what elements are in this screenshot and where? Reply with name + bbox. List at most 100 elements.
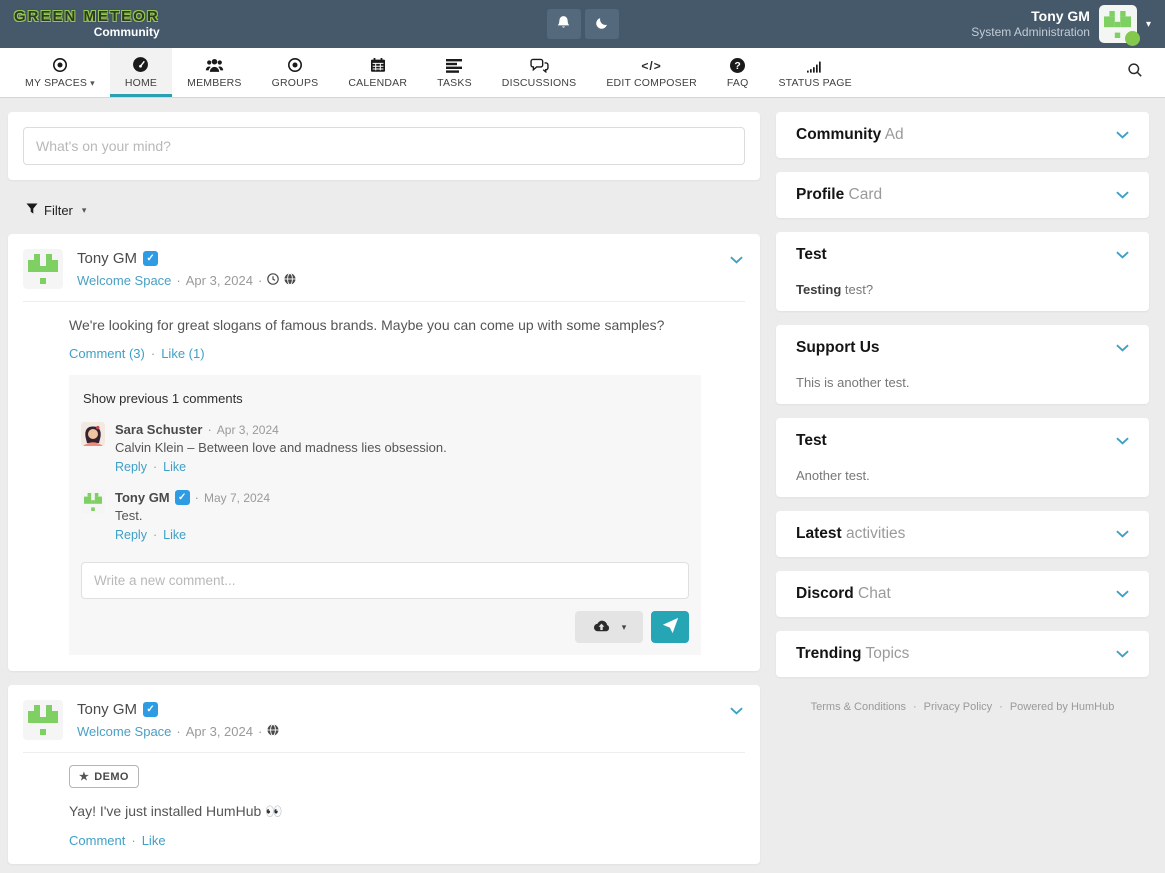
separator: [131, 833, 135, 848]
footer: Terms & Conditions Privacy Policy Powere…: [776, 691, 1149, 723]
post-header: Tony GM ✓ Welcome Space Apr 3, 2024: [23, 700, 745, 753]
search-button[interactable]: [1105, 48, 1165, 97]
separator: [913, 701, 917, 713]
badge-label: DEMO: [94, 771, 129, 783]
clock-icon: [267, 273, 279, 288]
panel-body: This is another test.: [796, 375, 1129, 390]
chevron-down-icon[interactable]: [730, 702, 743, 720]
notifications-button[interactable]: [547, 9, 581, 39]
comment-link[interactable]: Comment (3): [69, 346, 145, 361]
comment-text: Test.: [115, 508, 270, 523]
new-comment-input[interactable]: [81, 562, 689, 599]
tab-groups[interactable]: GROUPS: [257, 48, 334, 97]
stream-post: Tony GM ✓ Welcome Space Apr 3, 2024: [8, 685, 760, 863]
logo[interactable]: GREEN METEOR Community: [14, 9, 160, 40]
nav-label: GROUPS: [272, 77, 319, 89]
chevron-down-icon[interactable]: [1116, 590, 1129, 598]
powered-by-link[interactable]: Powered by HumHub: [1010, 701, 1115, 713]
nav-label: MY SPACES: [25, 77, 87, 89]
bell-icon: [556, 15, 571, 33]
comments-icon: [530, 56, 549, 73]
comment-author-link[interactable]: Tony GM: [115, 490, 170, 505]
chevron-down-icon[interactable]: [1116, 650, 1129, 658]
demo-topic-badge[interactable]: ★ DEMO: [69, 765, 139, 788]
search-icon: [1127, 62, 1143, 83]
avatar[interactable]: [81, 422, 105, 446]
separator: [153, 528, 157, 542]
like-link[interactable]: Like (1): [161, 346, 204, 361]
separator: [207, 422, 211, 437]
tab-faq[interactable]: ? FAQ: [712, 48, 764, 97]
avatar[interactable]: [1099, 5, 1137, 43]
chevron-down-icon[interactable]: [730, 251, 743, 269]
chevron-down-icon[interactable]: ▾: [1146, 19, 1151, 30]
logo-subtitle: Community: [14, 26, 160, 39]
chevron-down-icon[interactable]: [1116, 251, 1129, 259]
reply-link[interactable]: Reply: [115, 528, 147, 542]
space-link[interactable]: Welcome Space: [77, 724, 171, 739]
stream-filter[interactable]: Filter ▾: [8, 195, 760, 234]
logo-title: GREEN METEOR: [14, 9, 160, 26]
post-author-link[interactable]: Tony GM: [77, 250, 137, 267]
page-content: Filter ▾ Tony GM ✓ Welcome Space Apr 3,: [0, 98, 1165, 873]
cloud-upload-icon: [592, 619, 611, 636]
globe-icon: [284, 273, 296, 288]
post-author-link[interactable]: Tony GM: [77, 701, 137, 718]
tab-calendar[interactable]: CALENDAR: [333, 48, 422, 97]
identicon-avatar-image: [84, 493, 102, 511]
tab-status-page[interactable]: STATUS PAGE: [763, 48, 866, 97]
tab-discussions[interactable]: DISCUSSIONS: [487, 48, 592, 97]
panel-title: Discord Chat: [796, 585, 891, 603]
panel-title: Test: [796, 432, 827, 450]
chevron-down-icon[interactable]: [1116, 530, 1129, 538]
terms-link[interactable]: Terms & Conditions: [811, 701, 906, 713]
like-link[interactable]: Like: [142, 833, 166, 848]
post-composer-input[interactable]: [23, 127, 745, 165]
like-link[interactable]: Like: [163, 528, 186, 542]
post-date[interactable]: Apr 3, 2024: [186, 273, 253, 288]
file-upload-button[interactable]: ▾: [575, 611, 643, 643]
code-icon: </>: [641, 56, 661, 73]
caret-down-icon: ▾: [90, 78, 95, 88]
show-previous-comments-link[interactable]: Show previous 1 comments: [83, 391, 243, 406]
caret-down-icon: ▾: [622, 622, 627, 633]
like-link[interactable]: Like: [163, 460, 186, 474]
space-link[interactable]: Welcome Space: [77, 273, 171, 288]
panel-title: Test: [796, 246, 827, 264]
comments-section: Show previous 1 comments Sara: [69, 375, 701, 655]
nav-label: EDIT COMPOSER: [606, 77, 697, 89]
panel-title: Support Us: [796, 339, 880, 357]
comment-date: May 7, 2024: [204, 491, 270, 505]
send-comment-button[interactable]: [651, 611, 689, 643]
tab-members[interactable]: MEMBERS: [172, 48, 257, 97]
privacy-link[interactable]: Privacy Policy: [924, 701, 992, 713]
moon-icon: [595, 16, 609, 33]
reply-link[interactable]: Reply: [115, 460, 147, 474]
comment-link[interactable]: Comment: [69, 833, 125, 848]
chevron-down-icon[interactable]: [1116, 437, 1129, 445]
post-text: Yay! I've just installed HumHub 👀: [69, 801, 745, 821]
panel-body: Another test.: [796, 468, 1129, 483]
tab-edit-composer[interactable]: </> EDIT COMPOSER: [591, 48, 712, 97]
user-role: System Administration: [971, 25, 1090, 40]
post-composer: [8, 112, 760, 180]
dark-mode-button[interactable]: [585, 9, 619, 39]
tab-tasks[interactable]: TASKS: [422, 48, 487, 97]
chevron-down-icon[interactable]: [1116, 344, 1129, 352]
chevron-down-icon[interactable]: [1116, 191, 1129, 199]
tab-my-spaces[interactable]: MY SPACES▾: [10, 48, 110, 97]
user-menu[interactable]: Tony GM System Administration ▾: [971, 5, 1151, 43]
avatar[interactable]: [81, 490, 105, 514]
chevron-down-icon[interactable]: [1116, 131, 1129, 139]
avatar[interactable]: [23, 249, 63, 289]
globe-icon: [267, 724, 279, 739]
panel-title: Latest activities: [796, 525, 905, 543]
identicon-avatar-image: [28, 705, 58, 735]
caret-down-icon: ▾: [82, 205, 87, 216]
panel-community-ad: Community Ad: [776, 112, 1149, 158]
post-date[interactable]: Apr 3, 2024: [186, 724, 253, 739]
panel-support-us: Support Us This is another test.: [776, 325, 1149, 404]
tab-home[interactable]: HOME: [110, 48, 172, 97]
avatar[interactable]: [23, 700, 63, 740]
comment-author-link[interactable]: Sara Schuster: [115, 422, 202, 437]
